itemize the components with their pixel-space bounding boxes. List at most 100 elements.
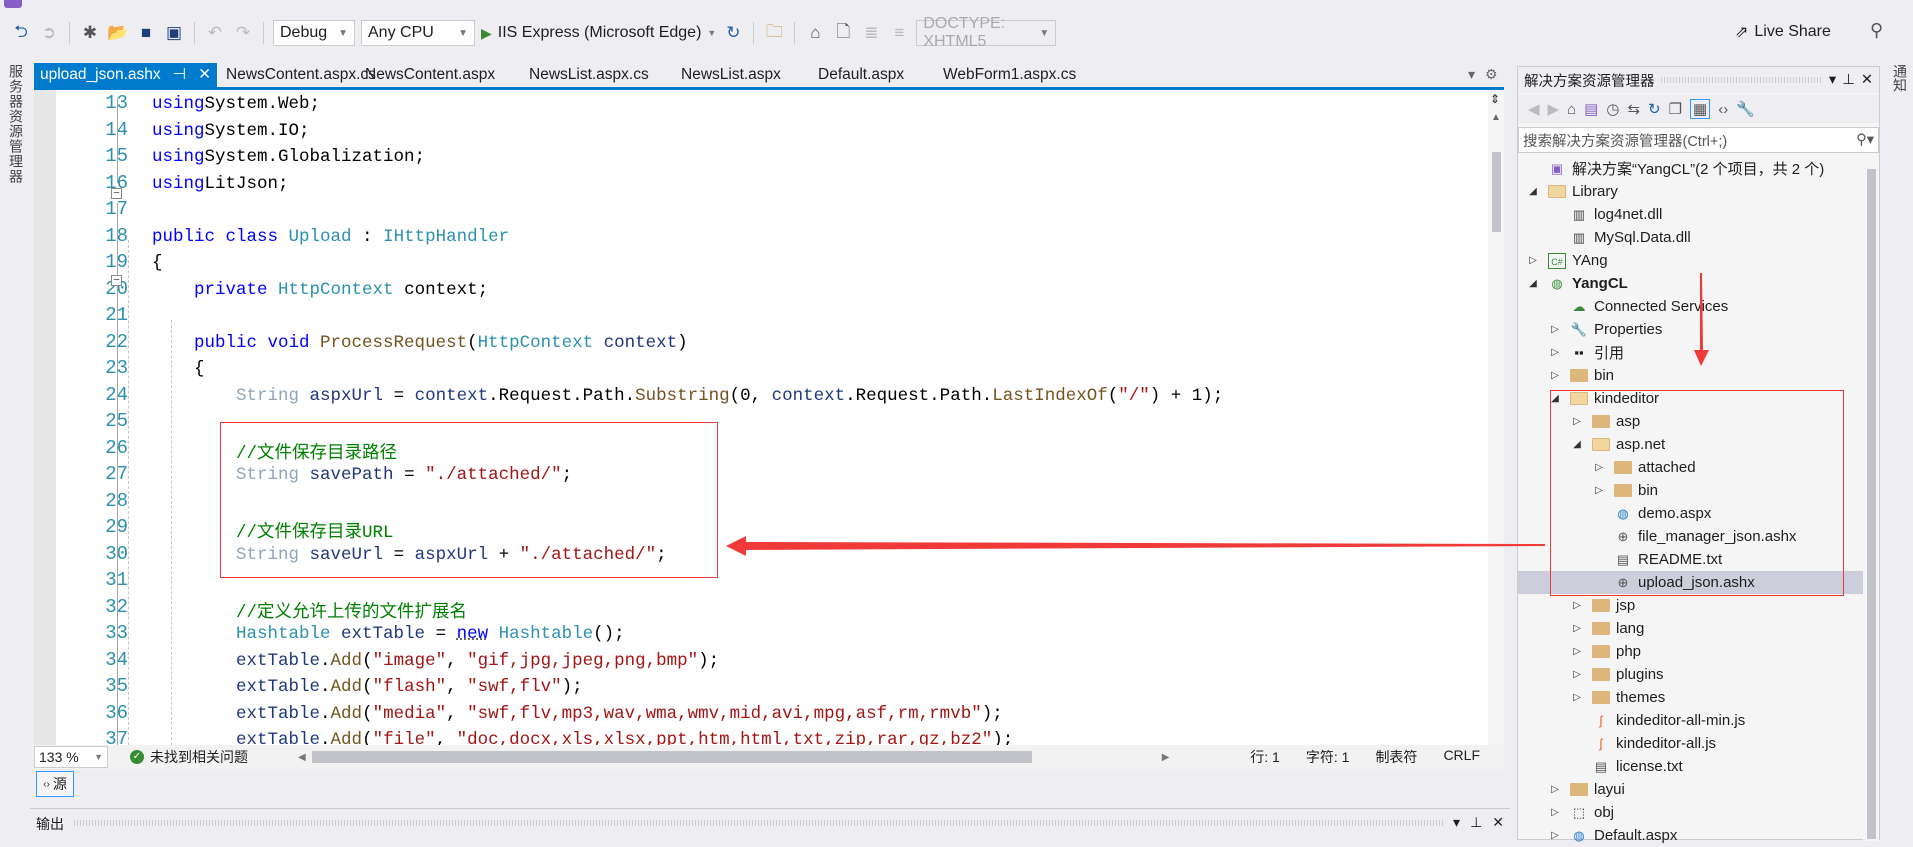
scroll-right-icon[interactable]: ▶ bbox=[1162, 752, 1170, 763]
pin-icon[interactable]: ⊣ bbox=[173, 63, 187, 87]
home-icon[interactable]: ⌂ bbox=[1567, 101, 1576, 118]
run-button[interactable]: ▶ IIS Express (Microsoft Edge) ▼ bbox=[481, 24, 716, 42]
tab-default-aspx[interactable]: Default.aspx bbox=[812, 63, 910, 87]
tree-item[interactable]: ▣ 解决方案“YangCL”(2 个项目，共 2 个) bbox=[1518, 157, 1863, 180]
open-file-icon[interactable]: 📂 bbox=[107, 23, 129, 43]
tree-item[interactable]: ▷ themes bbox=[1518, 686, 1863, 709]
tab-newslist-aspx[interactable]: NewsList.aspx bbox=[675, 63, 787, 87]
show-all-files-icon[interactable]: ▦ bbox=[1690, 99, 1711, 119]
code-line[interactable]: extTable.Add("image", "gif,jpg,jpeg,png,… bbox=[152, 651, 719, 671]
solution-search-input[interactable]: 搜索解决方案资源管理器(Ctrl+;) ⚲▾ bbox=[1518, 127, 1879, 153]
back-icon[interactable]: ◀ bbox=[1528, 100, 1540, 118]
tab-newscontent-cs[interactable]: NewsContent.aspx.cs bbox=[220, 63, 382, 87]
comment-icon[interactable]: ≣ bbox=[860, 23, 882, 43]
live-share-button[interactable]: ⇗ Live Share bbox=[1735, 22, 1831, 42]
source-view-button[interactable]: ‹› 源 bbox=[36, 771, 74, 797]
expanded-icon[interactable]: ◢ bbox=[1526, 278, 1540, 289]
tree-item[interactable]: ▷ 🔧 Properties bbox=[1518, 318, 1863, 341]
tree-item[interactable]: ▷ jsp bbox=[1518, 594, 1863, 617]
collapse-all-icon[interactable]: ❐ bbox=[1669, 100, 1682, 118]
configuration-select[interactable]: Debug ▼ bbox=[273, 20, 355, 46]
new-item-icon[interactable]: ✱ bbox=[79, 23, 101, 43]
pending-changes-icon[interactable]: ◷ bbox=[1606, 100, 1619, 118]
tree-item[interactable]: ▷ lang bbox=[1518, 617, 1863, 640]
tree-item[interactable]: ʃ kindeditor-all.js bbox=[1518, 732, 1863, 755]
scrollbar-thumb[interactable] bbox=[1492, 152, 1501, 232]
view-code-icon[interactable]: ‹› bbox=[1718, 101, 1728, 118]
code-line[interactable]: private HttpContext context; bbox=[152, 280, 488, 300]
uncomment-icon[interactable]: ≡ bbox=[888, 23, 910, 43]
drag-grip[interactable] bbox=[74, 820, 1444, 826]
platform-select[interactable]: Any CPU ▼ bbox=[361, 20, 475, 46]
properties-wrench-icon[interactable]: 🔧 bbox=[1736, 100, 1755, 118]
code-line[interactable]: Hashtable extTable = new Hashtable(); bbox=[152, 624, 625, 644]
close-icon[interactable]: ✕ bbox=[198, 63, 211, 87]
server-explorer-tab[interactable]: 服务器资源管理器 bbox=[6, 64, 26, 184]
collapsed-icon[interactable]: ▷ bbox=[1570, 646, 1584, 657]
collapsed-icon[interactable]: ▷ bbox=[1548, 830, 1562, 841]
collapsed-icon[interactable]: ▷ bbox=[1570, 692, 1584, 703]
collapsed-icon[interactable]: ▷ bbox=[1570, 600, 1584, 611]
dropdown-icon[interactable]: ▾ bbox=[1453, 814, 1460, 835]
code-line[interactable]: usingSystem.Web; bbox=[152, 94, 320, 114]
notifications-tab[interactable]: 通知 bbox=[1890, 64, 1910, 92]
tree-item[interactable]: ▷ ▪▪ 引用 bbox=[1518, 341, 1863, 364]
collapsed-icon[interactable]: ▷ bbox=[1570, 669, 1584, 680]
code-line[interactable]: //定义允许上传的文件扩展名 bbox=[152, 598, 467, 623]
tab-newscontent-aspx[interactable]: NewsContent.aspx bbox=[359, 63, 501, 87]
issues-indicator[interactable]: ✓ 未找到相关问题 bbox=[130, 747, 248, 767]
code-line[interactable]: usingLitJson; bbox=[152, 174, 289, 194]
refresh-icon[interactable]: ↻ bbox=[722, 23, 744, 43]
tree-item[interactable]: ◢ Library bbox=[1518, 180, 1863, 203]
tree-item[interactable]: ▷ ⬚ obj bbox=[1518, 801, 1863, 824]
code-line[interactable]: String aspxUrl = context.Request.Path.Su… bbox=[152, 386, 1223, 406]
code-line[interactable]: extTable.Add("flash", "swf,flv"); bbox=[152, 677, 583, 697]
find-in-files-icon[interactable]: 🗀 bbox=[763, 19, 785, 48]
tab-newslist-cs[interactable]: NewsList.aspx.cs bbox=[523, 63, 655, 87]
dropdown-icon[interactable]: ▾ bbox=[1829, 72, 1836, 88]
collapsed-icon[interactable]: ▷ bbox=[1548, 324, 1562, 335]
undo-icon[interactable]: ↶ bbox=[204, 23, 226, 43]
drag-grip[interactable] bbox=[1660, 77, 1823, 83]
pin-icon[interactable]: ⊥ bbox=[1470, 814, 1482, 835]
save-icon[interactable]: ■ bbox=[135, 23, 157, 43]
code-line[interactable]: extTable.Add("file", "doc,docx,xls,xlsx,… bbox=[152, 730, 1013, 745]
vertical-scrollbar[interactable]: ⇕ ▲ bbox=[1488, 90, 1504, 745]
gear-icon[interactable]: ⚙ bbox=[1485, 66, 1498, 83]
expanded-icon[interactable]: ◢ bbox=[1526, 186, 1540, 197]
code-line[interactable]: usingSystem.Globalization; bbox=[152, 147, 425, 167]
tree-item[interactable]: ▥ MySql.Data.dll bbox=[1518, 226, 1863, 249]
zoom-select[interactable]: 133 % ▼ bbox=[34, 746, 108, 768]
tree-item[interactable]: ▥ log4net.dll bbox=[1518, 203, 1863, 226]
collapsed-icon[interactable]: ▷ bbox=[1526, 255, 1540, 266]
collapsed-icon[interactable]: ▷ bbox=[1548, 347, 1562, 358]
line-ending[interactable]: CRLF bbox=[1443, 747, 1480, 767]
tree-item[interactable]: ▷ ◍ Default.aspx bbox=[1518, 824, 1863, 847]
tree-item[interactable]: ▷ bin bbox=[1518, 364, 1863, 387]
pin-icon[interactable]: ⊥ bbox=[1842, 72, 1855, 88]
collapse-icon[interactable]: − bbox=[111, 275, 122, 286]
tree-item[interactable]: ▷ layui bbox=[1518, 778, 1863, 801]
code-editor[interactable]: 13 usingSystem.Web; 14 usingSystem.IO; 15 usi… bbox=[34, 90, 1504, 745]
code-line[interactable]: extTable.Add("media", "swf,flv,mp3,wav,w… bbox=[152, 704, 1003, 724]
code-line[interactable]: { bbox=[152, 359, 205, 379]
collapsed-icon[interactable]: ▷ bbox=[1570, 623, 1584, 634]
tab-upload-json[interactable]: upload_json.ashx ⊣ ✕ bbox=[34, 63, 218, 87]
code-line[interactable]: public void ProcessRequest(HttpContext c… bbox=[152, 333, 688, 353]
back-icon[interactable]: ⮌ bbox=[10, 19, 32, 48]
redo-icon[interactable]: ↷ bbox=[232, 23, 254, 43]
tree-item[interactable]: ▷ plugins bbox=[1518, 663, 1863, 686]
chevron-down-icon[interactable]: ▼ bbox=[707, 28, 716, 38]
sync-icon[interactable]: ⇆ bbox=[1627, 100, 1640, 118]
tree-item[interactable]: ʃ kindeditor-all-min.js bbox=[1518, 709, 1863, 732]
save-all-icon[interactable]: ▣ bbox=[163, 23, 185, 43]
code-line[interactable]: { bbox=[152, 253, 163, 273]
horizontal-scrollbar[interactable] bbox=[311, 751, 1032, 763]
scroll-left-icon[interactable]: ◀ bbox=[298, 752, 306, 763]
tree-item[interactable]: ☁ Connected Services bbox=[1518, 295, 1863, 318]
indent-mode[interactable]: 制表符 bbox=[1375, 747, 1417, 767]
tree-item[interactable]: ▷ C# YAng bbox=[1518, 249, 1863, 272]
document-icon[interactable]: 🗋 bbox=[832, 19, 854, 48]
forward-icon[interactable]: ➲ bbox=[38, 23, 60, 43]
search-icon[interactable]: ⚲▾ bbox=[1856, 132, 1874, 148]
